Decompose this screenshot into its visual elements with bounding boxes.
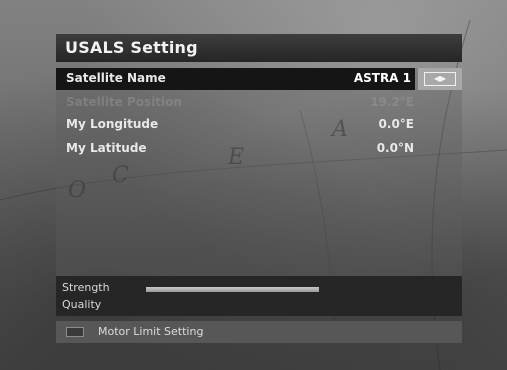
motor-limit-setting-label: Motor Limit Setting	[98, 325, 204, 338]
setting-label: My Longitude	[66, 117, 159, 131]
setting-value: ASTRA 1	[353, 71, 411, 85]
usals-setting-dialog: USALS Setting Satellite Name ASTRA 1 ◀▶ …	[56, 34, 462, 343]
quality-label: Quality	[62, 298, 102, 311]
setting-label: Satellite Position	[66, 95, 182, 109]
setting-value: 0.0°N	[376, 141, 414, 155]
setting-value: 0.0°E	[378, 117, 414, 131]
color-key-icon[interactable]	[66, 327, 84, 337]
strength-bar	[146, 287, 319, 292]
dialog-title: USALS Setting	[65, 38, 198, 57]
setting-row-my-longitude[interactable]: My Longitude 0.0°E	[56, 114, 462, 136]
left-right-arrows-icon: ◀▶	[424, 72, 456, 86]
setting-label: My Latitude	[66, 141, 147, 155]
setting-label: Satellite Name	[66, 71, 166, 85]
strength-label: Strength	[62, 281, 110, 294]
setting-row-my-latitude[interactable]: My Latitude 0.0°N	[56, 138, 462, 160]
setting-value: 19.2°E	[370, 95, 414, 109]
dialog-title-bar: USALS Setting	[56, 34, 462, 62]
signal-panel: Strength Quality	[56, 276, 462, 316]
setting-row-satellite-name[interactable]: Satellite Name ASTRA 1	[56, 68, 415, 90]
satellite-selector-button[interactable]: ◀▶	[418, 68, 462, 90]
setting-row-satellite-position: Satellite Position 19.2°E	[56, 92, 462, 114]
footer-bar: Motor Limit Setting	[56, 321, 462, 343]
